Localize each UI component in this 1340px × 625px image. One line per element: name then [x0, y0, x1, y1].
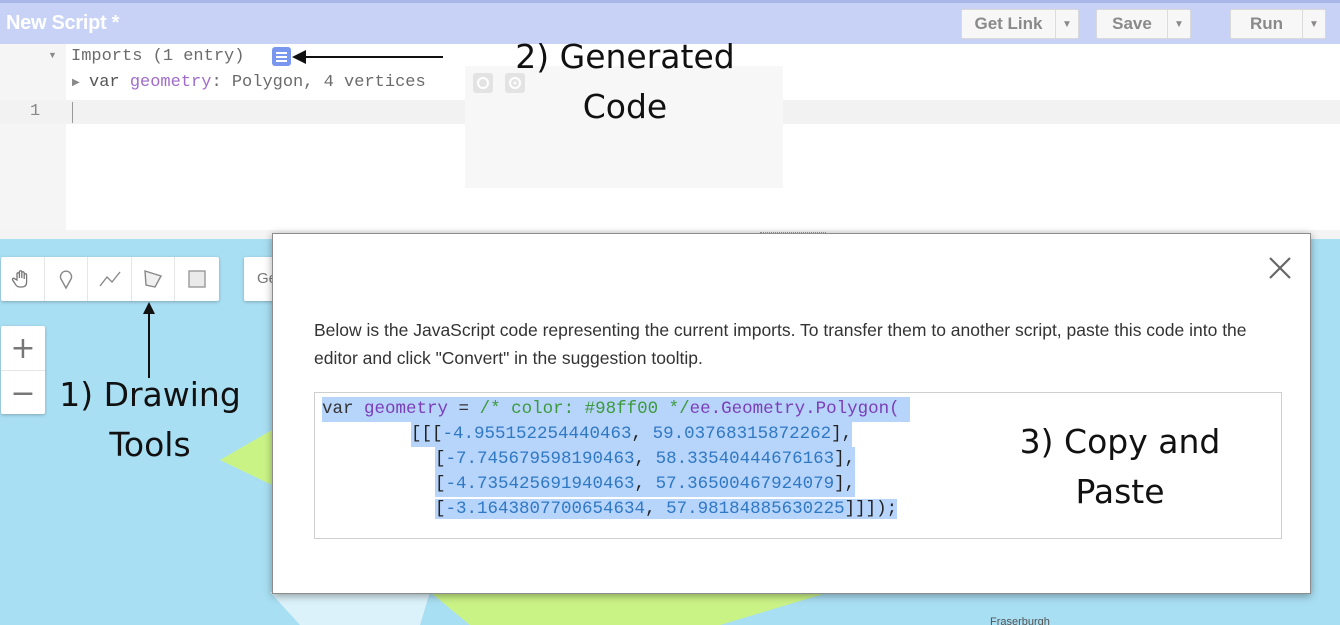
town-label: Fraserburgh [990, 616, 1050, 625]
import-code-textarea[interactable]: var geometry = /* color: #98ff00 */ee.Ge… [314, 392, 1282, 539]
code-line-2: [[[-4.955152254440463, 59.03768315872262… [411, 422, 853, 447]
annotation-drawing-tools: 1) Drawing Tools [40, 370, 260, 470]
annotation-generated-code-line1: 2) Generated [515, 37, 735, 76]
code-coord-1-lat: 58.33540444676163 [655, 449, 835, 469]
rectangle-tool-button[interactable] [175, 257, 219, 301]
code-editor[interactable]: ▼ Imports (1 entry) ▶ var geometry: Poly… [0, 37, 1340, 230]
save-label: Save [1112, 14, 1152, 33]
code-line-4: [-4.735425691940463, 57.36500467924079], [435, 472, 856, 497]
code-comment: /* color: #98ff00 */ [479, 399, 690, 419]
annotation-copy-paste: 3) Copy and Paste [1005, 417, 1235, 517]
zoom-control: + − [1, 326, 45, 414]
polygon-icon [144, 270, 163, 288]
imports-header[interactable]: Imports (1 entry) [71, 47, 244, 66]
run-button[interactable]: Run ▼ [1230, 9, 1326, 39]
dialog-message: Below is the JavaScript code representin… [314, 320, 1247, 368]
annotation-drawing-tools-line2: Tools [109, 425, 191, 464]
get-link-dropdown-icon[interactable]: ▼ [1055, 10, 1078, 38]
geometry-var-name[interactable]: geometry [130, 73, 212, 92]
zoom-out-button[interactable]: − [1, 371, 45, 415]
text-cursor [72, 102, 73, 123]
annotation-arrow-head [292, 50, 306, 64]
run-label: Run [1249, 14, 1284, 33]
code-coord-2-lon: -4.735425691940463 [445, 474, 635, 494]
code-constructor: ee.Geometry.Polygon( [689, 399, 900, 419]
marker-tool-button[interactable] [45, 257, 89, 301]
annotation-generated-code: 2) Generated Code [470, 32, 780, 132]
hand-icon [12, 270, 28, 288]
code-var-name: geometry [364, 399, 449, 419]
code-equals: = [448, 399, 480, 419]
annotation-arrow-line [300, 56, 443, 58]
close-icon[interactable] [1266, 254, 1294, 282]
code-var-keyword: var [322, 399, 354, 419]
imports-dialog: Below is the JavaScript code representin… [272, 233, 1311, 594]
save-dropdown-icon[interactable]: ▼ [1167, 10, 1190, 38]
geometry-var-desc: : Polygon, 4 vertices [211, 73, 426, 92]
code-coord-0-lon: -4.955152254440463 [442, 424, 632, 444]
code-coord-2-lat: 57.36500467924079 [655, 474, 835, 494]
var-keyword: var [89, 73, 120, 92]
geometry-import-line[interactable]: var geometry: Polygon, 4 vertices [89, 73, 426, 92]
code-coord-0-lat: 59.03768315872262 [652, 424, 832, 444]
line-tool-button[interactable] [88, 257, 132, 301]
document-icon[interactable] [272, 47, 291, 66]
code-line-5: [-3.1643807700654634, 57.98184885630225]… [435, 499, 898, 519]
save-button[interactable]: Save ▼ [1096, 9, 1191, 39]
line-number: 1 [30, 102, 41, 121]
get-link-label: Get Link [974, 14, 1043, 33]
annotation-copy-paste-line2: Paste [1075, 472, 1165, 511]
annotation-drawing-tools-line1: 1) Drawing [59, 375, 241, 414]
expand-geometry-icon[interactable]: ▶ [72, 77, 80, 88]
code-coord-3-lon: -3.1643807700654634 [445, 499, 646, 519]
get-link-button[interactable]: Get Link ▼ [961, 9, 1079, 39]
rectangle-icon [188, 270, 206, 288]
run-dropdown-icon[interactable]: ▼ [1302, 10, 1325, 38]
annotation-generated-code-line2: Code [582, 87, 668, 126]
script-title[interactable]: New Script * [6, 12, 119, 35]
drawing-toolbar [1, 257, 219, 301]
editor-gutter [0, 44, 66, 230]
line-icon [98, 271, 121, 287]
collapse-imports-icon[interactable]: ▼ [48, 50, 57, 60]
marker-icon [59, 270, 73, 290]
code-line-3: [-7.745679598190463, 58.33540444676163], [435, 447, 856, 472]
pan-tool-button[interactable] [1, 257, 45, 301]
code-coord-1-lon: -7.745679598190463 [445, 449, 635, 469]
polygon-tool-button[interactable] [132, 257, 176, 301]
annotation-copy-paste-line1: 3) Copy and [1019, 422, 1221, 461]
code-coord-3-lat: 57.98184885630225 [666, 499, 845, 519]
zoom-in-button[interactable]: + [1, 326, 45, 371]
code-closing: ]]]); [844, 499, 898, 519]
code-line-1: var geometry = /* color: #98ff00 */ee.Ge… [322, 397, 911, 422]
